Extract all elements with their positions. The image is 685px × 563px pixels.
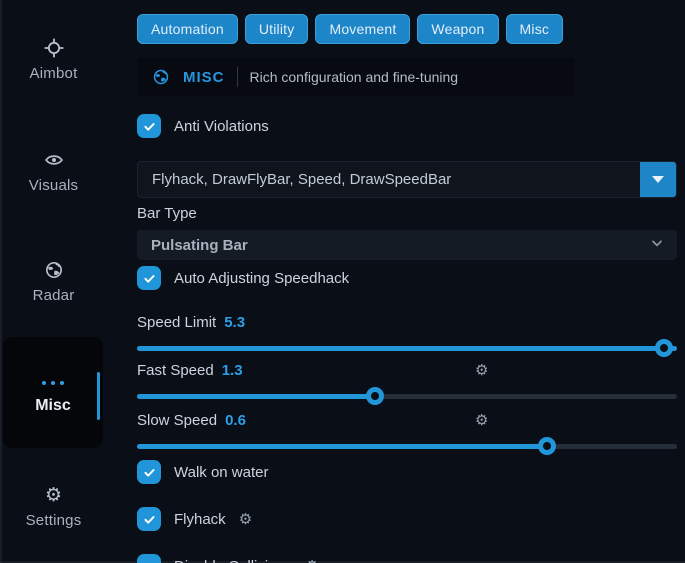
divider: [237, 67, 238, 87]
bar-type-select[interactable]: Pulsating Bar: [137, 230, 677, 260]
slow-speed-label-row: Slow Speed 0.6 ⚙: [137, 411, 677, 429]
anti-violations-row: Anti Violations: [137, 114, 677, 138]
sidebar-item-label: Aimbot: [30, 65, 78, 82]
gear-icon[interactable]: ⚙: [239, 510, 252, 528]
slider-thumb[interactable]: [538, 437, 556, 455]
slider-label: Fast Speed: [137, 362, 214, 379]
slider-value: 0.6: [225, 412, 246, 429]
slider-thumb[interactable]: [655, 339, 673, 357]
globe-icon: [151, 67, 171, 87]
slider-value: 5.3: [224, 314, 245, 331]
checkbox-label: Auto Adjusting Speedhack: [174, 270, 349, 287]
main-panel: Automation Utility Movement Weapon Misc …: [137, 0, 677, 563]
eye-icon: [44, 150, 64, 170]
gear-icon[interactable]: ⚙: [475, 361, 488, 379]
auto-adjusting-checkbox[interactable]: [137, 266, 161, 290]
multiselect-value: Flyhack, DrawFlyBar, Speed, DrawSpeedBar: [138, 162, 640, 197]
sidebar-item-label: Misc: [35, 397, 71, 415]
select-value: Pulsating Bar: [151, 237, 248, 254]
fast-speed-label-row: Fast Speed 1.3 ⚙: [137, 361, 677, 379]
sidebar-item-misc-active[interactable]: Misc: [3, 337, 103, 448]
tab-weapon[interactable]: Weapon: [417, 14, 498, 44]
gear-icon: ⚙: [44, 485, 64, 505]
chevron-down-icon: [649, 235, 665, 256]
slider-label: Speed Limit: [137, 314, 216, 331]
fast-speed-slider[interactable]: [137, 387, 677, 405]
slider-thumb[interactable]: [366, 387, 384, 405]
speed-limit-slider[interactable]: [137, 339, 677, 357]
sidebar-item-settings[interactable]: ⚙ Settings: [0, 485, 107, 529]
tab-movement[interactable]: Movement: [315, 14, 410, 44]
walk-on-water-checkbox[interactable]: [137, 460, 161, 484]
crosshair-icon: [44, 38, 64, 58]
checkbox-label: Walk on water: [174, 464, 268, 481]
multiselect-dropdown-button[interactable]: [640, 162, 676, 197]
auto-adjusting-row: Auto Adjusting Speedhack: [137, 266, 677, 290]
ellipsis-icon: [42, 377, 64, 389]
anti-violations-checkbox[interactable]: [137, 114, 161, 138]
globe-icon: [44, 260, 64, 280]
sidebar-item-label: Radar: [33, 287, 75, 304]
disable-collisions-checkbox[interactable]: [137, 554, 161, 563]
speed-limit-label-row: Speed Limit 5.3: [137, 313, 677, 331]
slider-fill: [137, 444, 547, 449]
gear-icon[interactable]: ⚙: [475, 411, 488, 429]
section-subtitle: Rich configuration and fine-tuning: [250, 69, 459, 85]
tab-utility[interactable]: Utility: [245, 14, 309, 44]
flyhack-row: Flyhack ⚙: [137, 507, 677, 531]
sidebar-item-label: Settings: [26, 512, 82, 529]
slow-speed-slider[interactable]: [137, 437, 677, 455]
active-indicator-bar: [97, 372, 100, 420]
slider-value: 1.3: [222, 362, 243, 379]
sidebar-item-radar[interactable]: Radar: [0, 260, 107, 304]
disable-collisions-row: Disable Collisions ⚙: [137, 554, 677, 563]
flyhack-checkbox[interactable]: [137, 507, 161, 531]
sidebar-item-label: Visuals: [29, 177, 78, 194]
tab-automation[interactable]: Automation: [137, 14, 238, 44]
sidebar: Aimbot Visuals Radar: [0, 0, 107, 563]
gear-icon[interactable]: ⚙: [305, 557, 318, 563]
slider-fill: [137, 346, 677, 351]
bar-type-label: Bar Type: [137, 205, 677, 223]
category-tabs: Automation Utility Movement Weapon Misc: [137, 14, 677, 44]
checkbox-label: Flyhack: [174, 511, 226, 528]
section-title: MISC: [183, 69, 225, 86]
checkbox-label: Disable Collisions: [174, 558, 292, 563]
slider-fill: [137, 394, 375, 399]
slider-label: Slow Speed: [137, 412, 217, 429]
sidebar-item-aimbot[interactable]: Aimbot: [0, 38, 107, 82]
section-header: MISC Rich configuration and fine-tuning: [137, 58, 575, 96]
bars-multiselect[interactable]: Flyhack, DrawFlyBar, Speed, DrawSpeedBar: [137, 161, 677, 198]
sidebar-item-visuals[interactable]: Visuals: [0, 150, 107, 194]
walk-on-water-row: Walk on water: [137, 460, 677, 484]
checkbox-label: Anti Violations: [174, 118, 269, 135]
tab-misc[interactable]: Misc: [506, 14, 564, 44]
triangle-down-icon: [652, 176, 664, 183]
